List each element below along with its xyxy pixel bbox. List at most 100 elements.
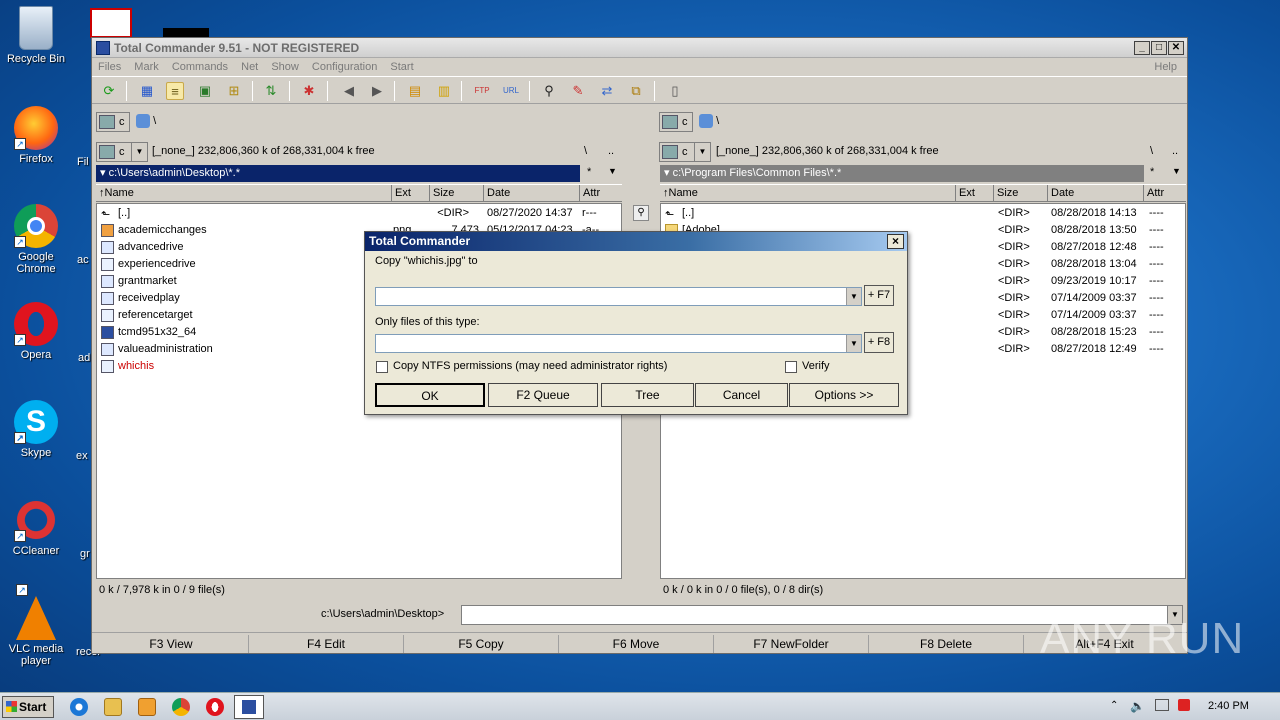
desktop-icon-recycle-bin[interactable]: Recycle Bin bbox=[1, 6, 71, 65]
acrobat-desktop-icon[interactable] bbox=[90, 8, 132, 38]
file-row[interactable]: referencetarget bbox=[97, 307, 397, 324]
minimize-button[interactable]: _ bbox=[1134, 41, 1150, 55]
column-header-size[interactable]: Size bbox=[430, 185, 484, 202]
left-history-dropdown[interactable]: ▼ bbox=[608, 166, 617, 176]
chevron-down-icon[interactable]: ▼ bbox=[846, 288, 861, 305]
verify-checkbox[interactable] bbox=[785, 361, 797, 373]
show-hidden-icons-icon[interactable]: ⌃ bbox=[1110, 700, 1118, 711]
refresh-icon[interactable]: ⟳ bbox=[100, 82, 118, 100]
left-root-button[interactable]: \ bbox=[584, 145, 587, 157]
ntfs-permissions-checkbox[interactable] bbox=[376, 361, 388, 373]
notepad-icon[interactable]: ▯ bbox=[666, 82, 684, 100]
sync-dirs-icon[interactable]: ⇄ bbox=[598, 82, 616, 100]
search-binoculars-icon[interactable]: ⚲ bbox=[540, 82, 558, 100]
left-network-root[interactable]: \ bbox=[136, 114, 156, 128]
total-commander-taskbar-button[interactable] bbox=[234, 695, 264, 719]
column-header-size[interactable]: Size bbox=[994, 185, 1048, 202]
clock[interactable]: 2:40 PM bbox=[1208, 700, 1249, 712]
right-root-button[interactable]: \ bbox=[1150, 145, 1153, 157]
column-header-name[interactable]: ↑Name bbox=[660, 185, 956, 202]
dialog-close-button[interactable]: × bbox=[887, 234, 904, 249]
f7-append-button[interactable]: + F7 bbox=[864, 285, 894, 306]
column-header-ext[interactable]: Ext bbox=[956, 185, 994, 202]
ftp-icon[interactable]: FTP bbox=[473, 82, 491, 100]
f7-newfolder-button[interactable]: F7 NewFolder bbox=[714, 635, 869, 653]
desktop-icon-vlc[interactable]: ↗ VLC media player bbox=[1, 584, 71, 667]
f8-append-button[interactable]: + F8 bbox=[864, 332, 894, 353]
desktop-icon-opera[interactable]: ↗ Opera bbox=[1, 302, 71, 361]
column-header-attr[interactable]: Attr bbox=[1144, 185, 1186, 202]
back-arrow-icon[interactable]: ◀ bbox=[340, 82, 358, 100]
close-button[interactable]: ✕ bbox=[1168, 41, 1184, 55]
cancel-button[interactable]: Cancel bbox=[695, 383, 788, 407]
thumbnail-view-icon[interactable]: ▣ bbox=[196, 82, 214, 100]
brief-view-icon[interactable]: ▦ bbox=[138, 82, 156, 100]
file-type-filter-input[interactable]: ▼ bbox=[375, 334, 862, 353]
column-header-name[interactable]: ↑Name bbox=[96, 185, 392, 202]
pack-icon[interactable]: ▤ bbox=[406, 82, 424, 100]
left-up-button[interactable]: .. bbox=[608, 145, 614, 157]
right-history-dropdown[interactable]: ▼ bbox=[1172, 166, 1181, 176]
left-history-star[interactable]: * bbox=[587, 166, 591, 178]
left-drive-combo[interactable]: c ▼ bbox=[96, 142, 148, 162]
menu-configuration[interactable]: Configuration bbox=[308, 61, 381, 73]
tree-view-icon[interactable]: ⊞ bbox=[225, 82, 243, 100]
tree-button[interactable]: Tree bbox=[601, 383, 694, 407]
maximize-button[interactable]: □ bbox=[1151, 41, 1167, 55]
url-icon[interactable]: URL bbox=[502, 82, 520, 100]
menu-mark[interactable]: Mark bbox=[130, 61, 162, 73]
desktop-icon-skype[interactable]: S ↗ Skype bbox=[1, 400, 71, 459]
start-button[interactable]: Start bbox=[2, 696, 54, 718]
detailed-view-icon[interactable]: ≡ bbox=[166, 82, 184, 100]
f8-delete-button[interactable]: F8 Delete bbox=[869, 635, 1024, 653]
chevron-down-icon[interactable]: ▼ bbox=[846, 335, 861, 352]
menu-help[interactable]: Help bbox=[1150, 58, 1181, 76]
file-row[interactable]: receivedplay bbox=[97, 290, 397, 307]
column-header-attr[interactable]: Attr bbox=[580, 185, 622, 202]
unpack-icon[interactable]: ▥ bbox=[435, 82, 453, 100]
dir-row[interactable]: ⬑ [..] <DIR> 08/28/2018 14:13 ---- bbox=[661, 205, 1185, 222]
ie-icon[interactable] bbox=[70, 698, 88, 716]
explorer-folder-icon[interactable] bbox=[104, 698, 122, 716]
column-header-date[interactable]: Date bbox=[484, 185, 580, 202]
right-drive-combo[interactable]: c ▼ bbox=[659, 142, 711, 162]
desktop-icon-chrome[interactable]: ↗ Google Chrome bbox=[1, 204, 71, 275]
right-history-star[interactable]: * bbox=[1150, 166, 1154, 178]
right-drive-tab[interactable]: c bbox=[659, 112, 693, 132]
file-row[interactable]: ⬑ [..] <DIR> 08/27/2020 14:37 r--- bbox=[97, 205, 621, 222]
menu-commands[interactable]: Commands bbox=[168, 61, 232, 73]
copy-names-icon[interactable]: ⧉ bbox=[627, 82, 645, 100]
file-row-cursor[interactable]: whichis bbox=[97, 358, 397, 375]
network-tray-icon[interactable] bbox=[1155, 699, 1169, 711]
file-row[interactable]: grantmarket bbox=[97, 273, 397, 290]
right-path-bar[interactable]: ▾ c:\Program Files\Common Files\*.* bbox=[660, 165, 1144, 182]
f2-queue-button[interactable]: F2 Queue bbox=[488, 383, 598, 407]
options-button[interactable]: Options >> bbox=[789, 383, 899, 407]
f5-copy-button[interactable]: F5 Copy bbox=[404, 635, 559, 653]
find-files-icon[interactable]: ⚲ bbox=[633, 205, 649, 221]
speaker-icon[interactable]: 🔈 bbox=[1130, 699, 1145, 713]
forward-arrow-icon[interactable]: ▶ bbox=[368, 82, 386, 100]
window-titlebar[interactable]: Total Commander 9.51 - NOT REGISTERED _ … bbox=[92, 38, 1187, 58]
menu-files[interactable]: Files bbox=[94, 61, 125, 73]
right-network-root[interactable]: \ bbox=[699, 114, 719, 128]
invert-selection-icon[interactable]: ⇅ bbox=[262, 82, 280, 100]
column-header-date[interactable]: Date bbox=[1048, 185, 1144, 202]
opera-taskbar-icon[interactable] bbox=[206, 698, 224, 716]
f3-view-button[interactable]: F3 View bbox=[94, 635, 249, 653]
menu-show[interactable]: Show bbox=[267, 61, 303, 73]
multi-rename-icon[interactable]: ✎ bbox=[569, 82, 587, 100]
file-row[interactable]: experiencedrive bbox=[97, 256, 397, 273]
menu-net[interactable]: Net bbox=[237, 61, 262, 73]
file-row[interactable]: tcmd951x32_64 bbox=[97, 324, 397, 341]
ok-button[interactable]: OK bbox=[375, 383, 485, 407]
file-row[interactable]: advancedrive bbox=[97, 239, 397, 256]
file-row[interactable]: valueadministration bbox=[97, 341, 397, 358]
menu-start[interactable]: Start bbox=[386, 61, 417, 73]
dialog-titlebar[interactable]: Total Commander × bbox=[365, 232, 907, 251]
desktop-icon-firefox[interactable]: ↗ Firefox bbox=[1, 106, 71, 165]
desktop-icon-ccleaner[interactable]: ↗ CCleaner bbox=[1, 498, 71, 557]
media-player-icon[interactable] bbox=[138, 698, 156, 716]
f6-move-button[interactable]: F6 Move bbox=[559, 635, 714, 653]
left-path-bar[interactable]: ▾ c:\Users\admin\Desktop\*.* bbox=[96, 165, 580, 182]
